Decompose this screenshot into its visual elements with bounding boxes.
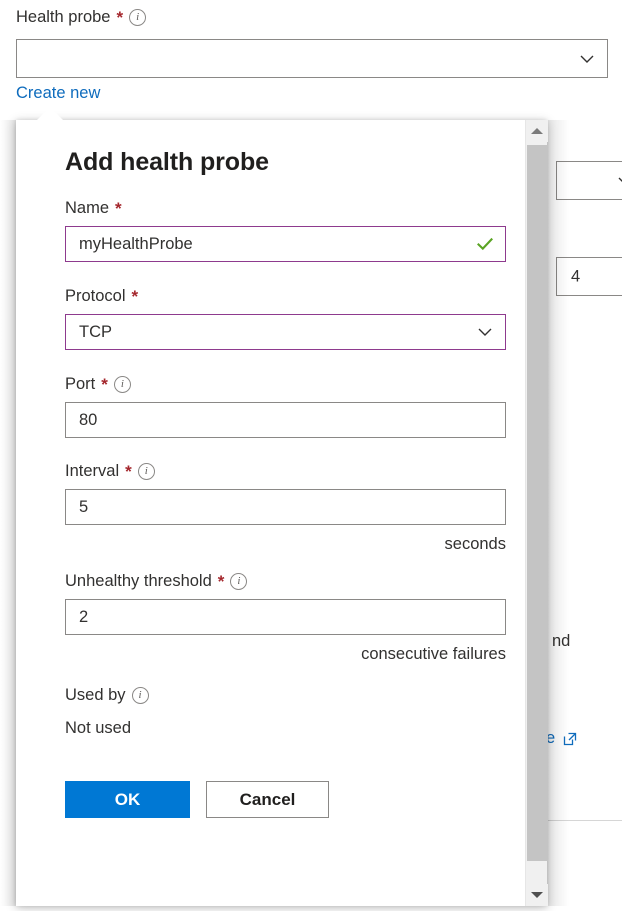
protocol-dropdown-value: TCP xyxy=(79,322,112,341)
used-by-label: Used by i xyxy=(65,686,485,705)
unhealthy-threshold-input[interactable]: 2 xyxy=(65,599,506,635)
flyout-content: Add health probe Name * myHealthProbe Pr… xyxy=(16,120,525,906)
required-asterisk: * xyxy=(217,572,225,591)
protocol-dropdown[interactable]: TCP xyxy=(65,314,506,350)
required-asterisk: * xyxy=(115,199,122,218)
background-numeric-value: 4 xyxy=(571,267,581,285)
name-input-value: myHealthProbe xyxy=(79,234,193,253)
screen-root: Health probe * i Create new 4 nd e Add h… xyxy=(0,0,622,911)
port-input-value: 80 xyxy=(79,410,98,429)
info-icon[interactable]: i xyxy=(113,376,131,393)
chevron-down-icon xyxy=(477,324,493,340)
name-label: Name * xyxy=(65,199,485,218)
page-title: Add health probe xyxy=(65,148,269,176)
info-icon[interactable]: i xyxy=(230,573,248,590)
callout-beak xyxy=(36,107,64,121)
field-used-by: Used by i Not used xyxy=(65,686,485,738)
health-probe-label: Health probe * i xyxy=(16,8,147,27)
used-by-label-text: Used by xyxy=(65,686,126,704)
field-unhealthy-threshold: Unhealthy threshold * i 2 consecutive fa… xyxy=(65,572,506,664)
flyout-shadow-right xyxy=(547,120,569,906)
unhealthy-threshold-input-value: 2 xyxy=(79,607,89,626)
port-label: Port * i xyxy=(65,375,485,394)
flyout-shadow-left xyxy=(0,120,16,906)
required-asterisk: * xyxy=(116,8,124,27)
name-input[interactable]: myHealthProbe xyxy=(65,226,506,262)
chevron-down-icon xyxy=(579,51,595,67)
interval-input-value: 5 xyxy=(79,497,89,516)
interval-input[interactable]: 5 xyxy=(65,489,506,525)
background-external-link[interactable]: e xyxy=(546,729,578,748)
unhealthy-threshold-label-text: Unhealthy threshold xyxy=(65,572,212,590)
name-label-text: Name xyxy=(65,199,110,217)
unhealthy-threshold-label: Unhealthy threshold * i xyxy=(65,572,485,591)
flyout-actions: OK Cancel xyxy=(65,781,485,818)
field-protocol: Protocol * TCP xyxy=(65,287,506,350)
add-health-probe-flyout: Add health probe Name * myHealthProbe Pr… xyxy=(16,107,548,906)
used-by-value: Not used xyxy=(65,719,132,737)
checkmark-icon xyxy=(476,235,494,253)
info-icon[interactable]: i xyxy=(129,9,147,26)
scroll-up-arrow-icon[interactable] xyxy=(526,120,548,142)
field-interval: Interval * i 5 seconds xyxy=(65,462,506,554)
required-asterisk: * xyxy=(125,462,132,481)
info-icon[interactable]: i xyxy=(137,463,155,480)
background-divider xyxy=(548,820,622,821)
required-asterisk: * xyxy=(101,375,108,394)
external-link-icon xyxy=(562,731,578,747)
interval-units-label: seconds xyxy=(444,535,506,553)
port-label-text: Port xyxy=(65,375,96,393)
protocol-label: Protocol * xyxy=(65,287,485,306)
interval-label: Interval * i xyxy=(65,462,485,481)
field-port: Port * i 80 xyxy=(65,375,506,438)
protocol-label-text: Protocol xyxy=(65,287,126,305)
background-text-fragment: nd xyxy=(552,632,571,650)
scrollbar-thumb[interactable] xyxy=(527,145,548,861)
field-name: Name * myHealthProbe xyxy=(65,199,506,262)
health-probe-label-text: Health probe xyxy=(16,8,111,26)
port-input[interactable]: 80 xyxy=(65,402,506,438)
health-probe-dropdown[interactable] xyxy=(16,39,608,78)
scroll-down-arrow-icon[interactable] xyxy=(526,884,548,906)
ok-button[interactable]: OK xyxy=(65,781,190,818)
required-asterisk: * xyxy=(131,287,139,306)
chevron-down-icon xyxy=(617,173,622,189)
flyout-scrollbar[interactable] xyxy=(525,120,548,906)
unhealthy-threshold-units-label: consecutive failures xyxy=(361,645,506,663)
background-dropdown-secondary[interactable] xyxy=(556,161,622,200)
cancel-button[interactable]: Cancel xyxy=(206,781,329,818)
info-icon[interactable]: i xyxy=(131,687,149,704)
interval-label-text: Interval xyxy=(65,462,120,480)
create-new-link[interactable]: Create new xyxy=(16,84,100,103)
background-numeric-field[interactable]: 4 xyxy=(556,257,622,296)
